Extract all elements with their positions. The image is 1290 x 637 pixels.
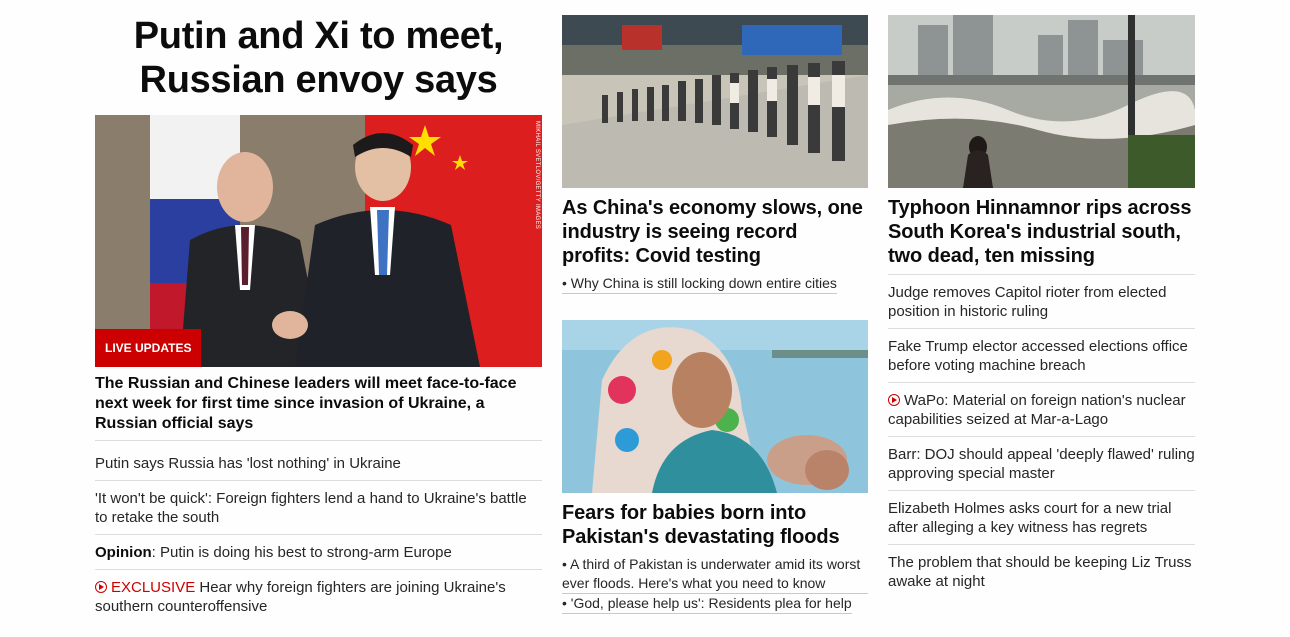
typhoon-waves-graphic <box>888 15 1195 188</box>
video-story-link[interactable]: WaPo: Material on foreign nation's nucle… <box>888 383 1195 437</box>
top-story-lead[interactable]: The Russian and Chinese leaders will mee… <box>95 374 542 441</box>
opinion-text: : Putin is doing his best to strong-arm … <box>151 544 452 561</box>
top-story-column: Putin and Xi to meet, Russian envoy says <box>95 0 542 623</box>
story-link[interactable]: Putin says Russia has 'lost nothing' in … <box>95 446 542 481</box>
pakistan-floods-graphic <box>562 320 868 493</box>
video-story-text: WaPo: Material on foreign nation's nucle… <box>888 392 1186 428</box>
play-icon <box>95 581 107 593</box>
photo-credit: MIKHAIL SVETLOV/GETTY IMAGES <box>534 121 540 230</box>
pakistan-floods-photo[interactable] <box>562 320 868 493</box>
covid-testing-queue-photo[interactable] <box>562 15 868 188</box>
exclusive-video-link[interactable]: EXCLUSIVE Hear why foreign fighters are … <box>95 570 542 623</box>
china-covid-headline[interactable]: As China's economy slows, one industry i… <box>562 196 868 268</box>
related-link[interactable]: • Why China is still locking down entire… <box>562 274 837 294</box>
story-link[interactable]: Fake Trump elector accessed elections of… <box>888 329 1195 383</box>
story-link[interactable]: Judge removes Capitol rioter from electe… <box>888 275 1195 329</box>
live-updates-badge[interactable]: LIVE UPDATES <box>95 329 202 367</box>
china-covid-sublinks: • Why China is still locking down entire… <box>562 274 868 294</box>
right-story-list: Judge removes Capitol rioter from electe… <box>888 275 1195 598</box>
opinion-label: Opinion <box>95 544 152 561</box>
related-link-text: 'God, please help us': Residents plea fo… <box>570 595 852 611</box>
right-column: Typhoon Hinnamnor rips across South Kore… <box>888 0 1195 598</box>
typhoon-waves-photo[interactable] <box>888 15 1195 188</box>
exclusive-label: EXCLUSIVE <box>111 579 196 596</box>
middle-column: As China's economy slows, one industry i… <box>562 0 868 614</box>
related-link[interactable]: • 'God, please help us': Residents plea … <box>562 594 852 614</box>
putin-xi-photo[interactable]: MIKHAIL SVETLOV/GETTY IMAGES LIVE UPDATE… <box>95 115 542 367</box>
typhoon-headline[interactable]: Typhoon Hinnamnor rips across South Kore… <box>888 196 1195 275</box>
pakistan-floods-sublinks: • A third of Pakistan is underwater amid… <box>562 555 868 614</box>
top-story-headline[interactable]: Putin and Xi to meet, Russian envoy says <box>95 14 542 102</box>
story-link[interactable]: The problem that should be keeping Liz T… <box>888 545 1195 598</box>
related-link-text: Why China is still locking down entire c… <box>570 275 837 291</box>
covid-testing-queue-graphic <box>562 15 868 188</box>
related-link[interactable]: • A third of Pakistan is underwater amid… <box>562 555 868 594</box>
play-icon <box>888 394 900 406</box>
story-link[interactable]: 'It won't be quick': Foreign fighters le… <box>95 481 542 535</box>
related-link-text: A third of Pakistan is underwater amid i… <box>562 556 861 591</box>
story-link[interactable]: Elizabeth Holmes asks court for a new tr… <box>888 491 1195 545</box>
opinion-story-link[interactable]: Opinion: Putin is doing his best to stro… <box>95 535 542 570</box>
pakistan-floods-headline[interactable]: Fears for babies born into Pakistan's de… <box>562 501 868 549</box>
story-link[interactable]: Barr: DOJ should appeal 'deeply flawed' … <box>888 437 1195 491</box>
